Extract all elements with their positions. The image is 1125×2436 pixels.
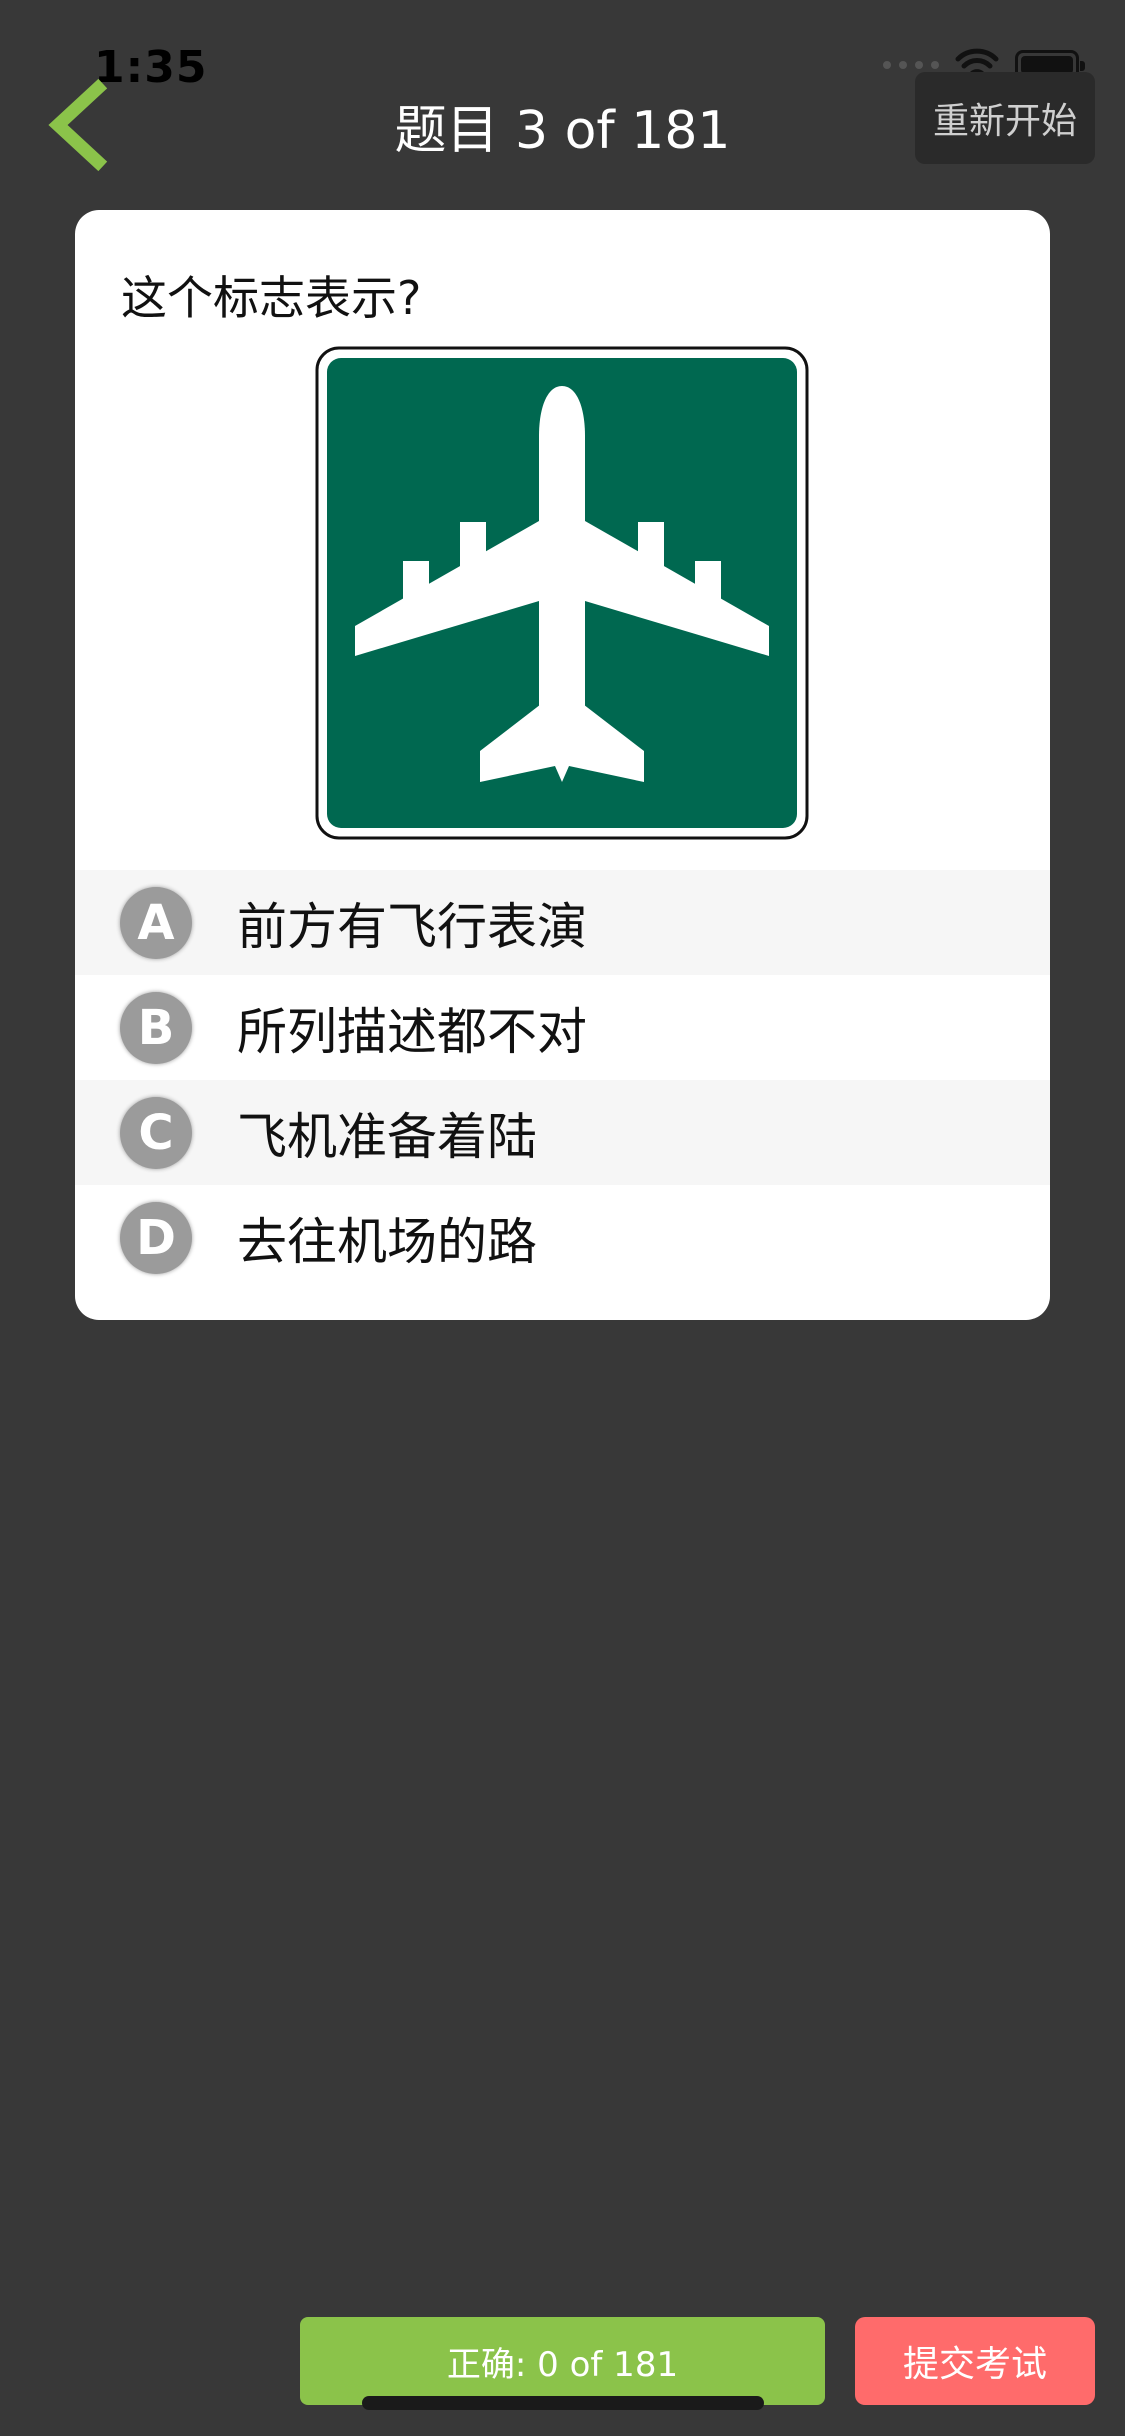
airport-sign-icon <box>315 346 809 840</box>
option-text: 所列描述都不对 <box>237 1002 587 1061</box>
option-text: 飞机准备着陆 <box>237 1107 537 1166</box>
score-indicator: 正确: 0 of 181 <box>300 2317 825 2405</box>
option-b[interactable]: B 所列描述都不对 <box>75 975 1050 1080</box>
option-a[interactable]: A 前方有飞行表演 <box>75 870 1050 975</box>
answer-options: A 前方有飞行表演 B 所列描述都不对 C 飞机准备着陆 D 去往机场的路 <box>75 870 1050 1290</box>
option-c[interactable]: C 飞机准备着陆 <box>75 1080 1050 1185</box>
home-indicator[interactable] <box>362 2396 764 2410</box>
submit-exam-button[interactable]: 提交考试 <box>855 2317 1095 2405</box>
question-text: 这个标志表示? <box>121 271 422 325</box>
question-card: 这个标志表示? A 前方有飞行表演 B 所列描述都不对 C 飞机准备着陆 D 去… <box>75 210 1050 1320</box>
signal-icon <box>883 61 939 69</box>
restart-button[interactable]: 重新开始 <box>915 72 1095 164</box>
quiz-screen: 1:35 题目 3 of 181 重新开始 这个标志表示? A 前方有飞行表演 … <box>0 0 1125 2436</box>
option-text: 前方有飞行表演 <box>237 897 587 956</box>
option-badge: A <box>120 886 192 959</box>
option-text: 去往机场的路 <box>237 1212 537 1271</box>
option-badge: D <box>120 1201 192 1274</box>
option-badge: C <box>120 1096 192 1169</box>
option-badge: B <box>120 991 192 1064</box>
option-d[interactable]: D 去往机场的路 <box>75 1185 1050 1290</box>
